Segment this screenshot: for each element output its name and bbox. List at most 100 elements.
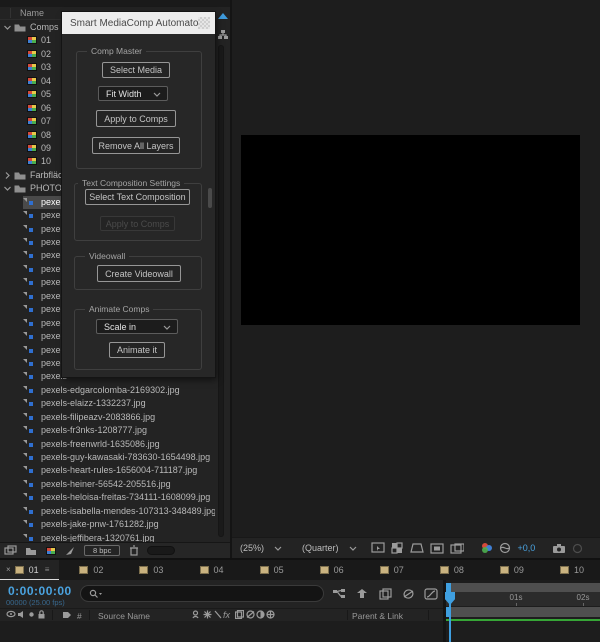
select-media-button[interactable]: Select Media <box>102 62 170 78</box>
composition-viewer-panel: (25%) (Quarter) +0,0 <box>230 0 600 558</box>
fx-icon[interactable]: fx <box>223 610 234 621</box>
group-label: Videowall <box>85 251 130 261</box>
timeline-tabs[interactable]: × 01 ≡ 02 03 04 05 06 07 08 09 10 <box>0 560 600 580</box>
mini-flowchart-icon[interactable] <box>332 587 346 600</box>
tree-item-row[interactable]: pexels-fr3nks-1208777.jpg <box>0 424 230 437</box>
scroll-up-arrow-icon[interactable] <box>218 13 228 19</box>
tree-item-row[interactable]: pexels-guy-kawasaki-783630-1654498.jpg <box>0 451 230 464</box>
composition-icon <box>27 130 37 139</box>
timeline-track-area[interactable] <box>0 621 443 642</box>
composition-view[interactable] <box>241 135 580 325</box>
snapshot-camera-icon[interactable] <box>552 542 566 554</box>
tree-item-row[interactable]: pexels-freenwrld-1635086.jpg <box>0 438 230 451</box>
apply-to-comps-button[interactable]: Apply to Comps <box>96 110 176 127</box>
label-tag-icon[interactable] <box>62 610 72 621</box>
motion-blur-switch-icon[interactable] <box>246 610 255 621</box>
collapse-icon[interactable] <box>203 610 212 621</box>
draft-3d-icon[interactable] <box>355 587 369 600</box>
timeline-tab-06[interactable]: 06 <box>300 560 360 580</box>
source-name-column[interactable]: Source Name <box>98 611 150 621</box>
tree-item-row[interactable]: pexels-elaizz-1332237.jpg <box>0 397 230 410</box>
transparency-grid-icon[interactable] <box>390 542 403 554</box>
tree-item-row[interactable]: pexels-filipeazv-2083866.jpg <box>0 411 230 424</box>
adjustment-icon[interactable] <box>256 610 265 621</box>
mask-visibility-icon[interactable] <box>449 542 464 554</box>
timeline-search-input[interactable] <box>80 585 324 602</box>
video-eye-icon[interactable] <box>6 610 16 620</box>
item-label: 03 <box>41 62 52 73</box>
3d-layer-icon[interactable] <box>266 610 275 621</box>
chevron-right-icon[interactable] <box>3 171 12 180</box>
chevron-down-icon[interactable] <box>3 184 12 193</box>
panel-menu-icon[interactable]: ≡ <box>45 565 50 574</box>
parent-link-column[interactable]: Parent & Link <box>352 611 403 621</box>
tree-item-row[interactable]: pexels-jake-pnw-1761282.jpg <box>0 518 230 531</box>
script-panel-scrollbar-thumb[interactable] <box>208 188 212 208</box>
create-videowall-button[interactable]: Create Videowall <box>97 265 181 282</box>
channels-icon[interactable] <box>480 542 493 554</box>
current-timecode[interactable]: 0:00:00:00 <box>8 584 72 598</box>
panel-edge-strip <box>215 7 230 542</box>
frame-blend-icon[interactable] <box>234 609 245 621</box>
solo-icon[interactable] <box>28 610 35 620</box>
composition-icon <box>27 103 37 112</box>
animation-style-dropdown[interactable]: Scale in <box>96 319 178 334</box>
select-text-composition-button[interactable]: Select Text Composition <box>85 189 190 205</box>
work-area-bar-lower[interactable] <box>446 607 600 617</box>
playhead-line[interactable] <box>449 583 451 642</box>
horizontal-scrollbar[interactable] <box>147 546 176 555</box>
guides-icon[interactable] <box>429 542 444 554</box>
timeline-tab-08[interactable]: 08 <box>420 560 480 580</box>
exposure-value[interactable]: +0,0 <box>518 543 536 553</box>
time-ruler[interactable]: 0s01s02s <box>446 592 600 606</box>
timeline-tab-01[interactable]: × 01 ≡ <box>0 560 60 580</box>
new-composition-icon[interactable] <box>44 545 57 556</box>
frame-blending-icon[interactable] <box>378 587 392 600</box>
motion-blur-icon[interactable] <box>401 587 415 600</box>
timeline-tab-03[interactable]: 03 <box>119 560 179 580</box>
lock-icon[interactable] <box>37 610 46 621</box>
quality-icon[interactable] <box>214 610 222 621</box>
timeline-tab-10[interactable]: 10 <box>540 560 600 580</box>
view-options-icon[interactable] <box>370 542 385 554</box>
magnification-dropdown[interactable]: (25%) <box>234 543 288 553</box>
vertical-scrollbar-track[interactable] <box>218 45 224 537</box>
tree-item-row[interactable]: pexels-isabella-mendes-107313-348489.jpg <box>0 505 230 518</box>
shy-icon[interactable] <box>191 610 200 621</box>
tree-item-row[interactable]: pexels-heart-rules-1656004-711187.jpg <box>0 464 230 477</box>
roi-icon[interactable] <box>409 542 424 554</box>
tree-item-row[interactable]: pexels-edgarcolomba-2169302.jpg <box>0 384 230 397</box>
color-management-icon[interactable] <box>499 542 511 554</box>
layer-number-column[interactable]: # <box>77 611 82 621</box>
interpret-footage-icon[interactable] <box>4 545 17 556</box>
audio-speaker-icon[interactable] <box>17 610 26 621</box>
graph-editor-icon[interactable] <box>424 587 438 600</box>
trash-icon[interactable] <box>127 545 140 556</box>
timeline-tab-07[interactable]: 07 <box>360 560 420 580</box>
chevron-down-icon[interactable] <box>3 23 12 32</box>
new-folder-icon[interactable] <box>24 545 37 556</box>
timeline-tab-05[interactable]: 05 <box>240 560 300 580</box>
flowchart-icon[interactable] <box>217 27 228 45</box>
script-panel-titlebar[interactable]: Smart MediaComp Automator <box>62 12 215 34</box>
ruler-tick-mark <box>516 603 517 606</box>
animate-it-button[interactable]: Animate it <box>109 342 165 358</box>
timeline-tab-09[interactable]: 09 <box>480 560 540 580</box>
close-icon[interactable] <box>198 17 210 29</box>
script-panel-title: Smart MediaComp Automator <box>70 17 202 29</box>
resolution-dropdown[interactable]: (Quarter) <box>296 543 363 553</box>
item-label: 01 <box>41 35 52 46</box>
timeline-tab-04[interactable]: 04 <box>180 560 240 580</box>
tree-item-row[interactable]: pexels-heloisa-freitas-734111-1608099.jp… <box>0 491 230 504</box>
tab-close-icon[interactable]: × <box>6 565 11 574</box>
proxy-icon[interactable] <box>64 545 77 556</box>
bit-depth-button[interactable]: 8 bpc <box>84 545 121 556</box>
composition-icon <box>27 157 37 166</box>
work-area-bar[interactable] <box>446 583 600 592</box>
remove-all-layers-button[interactable]: Remove All Layers <box>92 137 180 154</box>
item-label: 08 <box>41 129 52 140</box>
timeline-tab-02[interactable]: 02 <box>59 560 119 580</box>
tree-item-row[interactable]: pexels-heiner-56542-205516.jpg <box>0 478 230 491</box>
tree-item-row[interactable]: pexels-jeffibera-1320761.jpg <box>0 532 230 542</box>
fit-mode-dropdown[interactable]: Fit Width <box>98 86 168 101</box>
